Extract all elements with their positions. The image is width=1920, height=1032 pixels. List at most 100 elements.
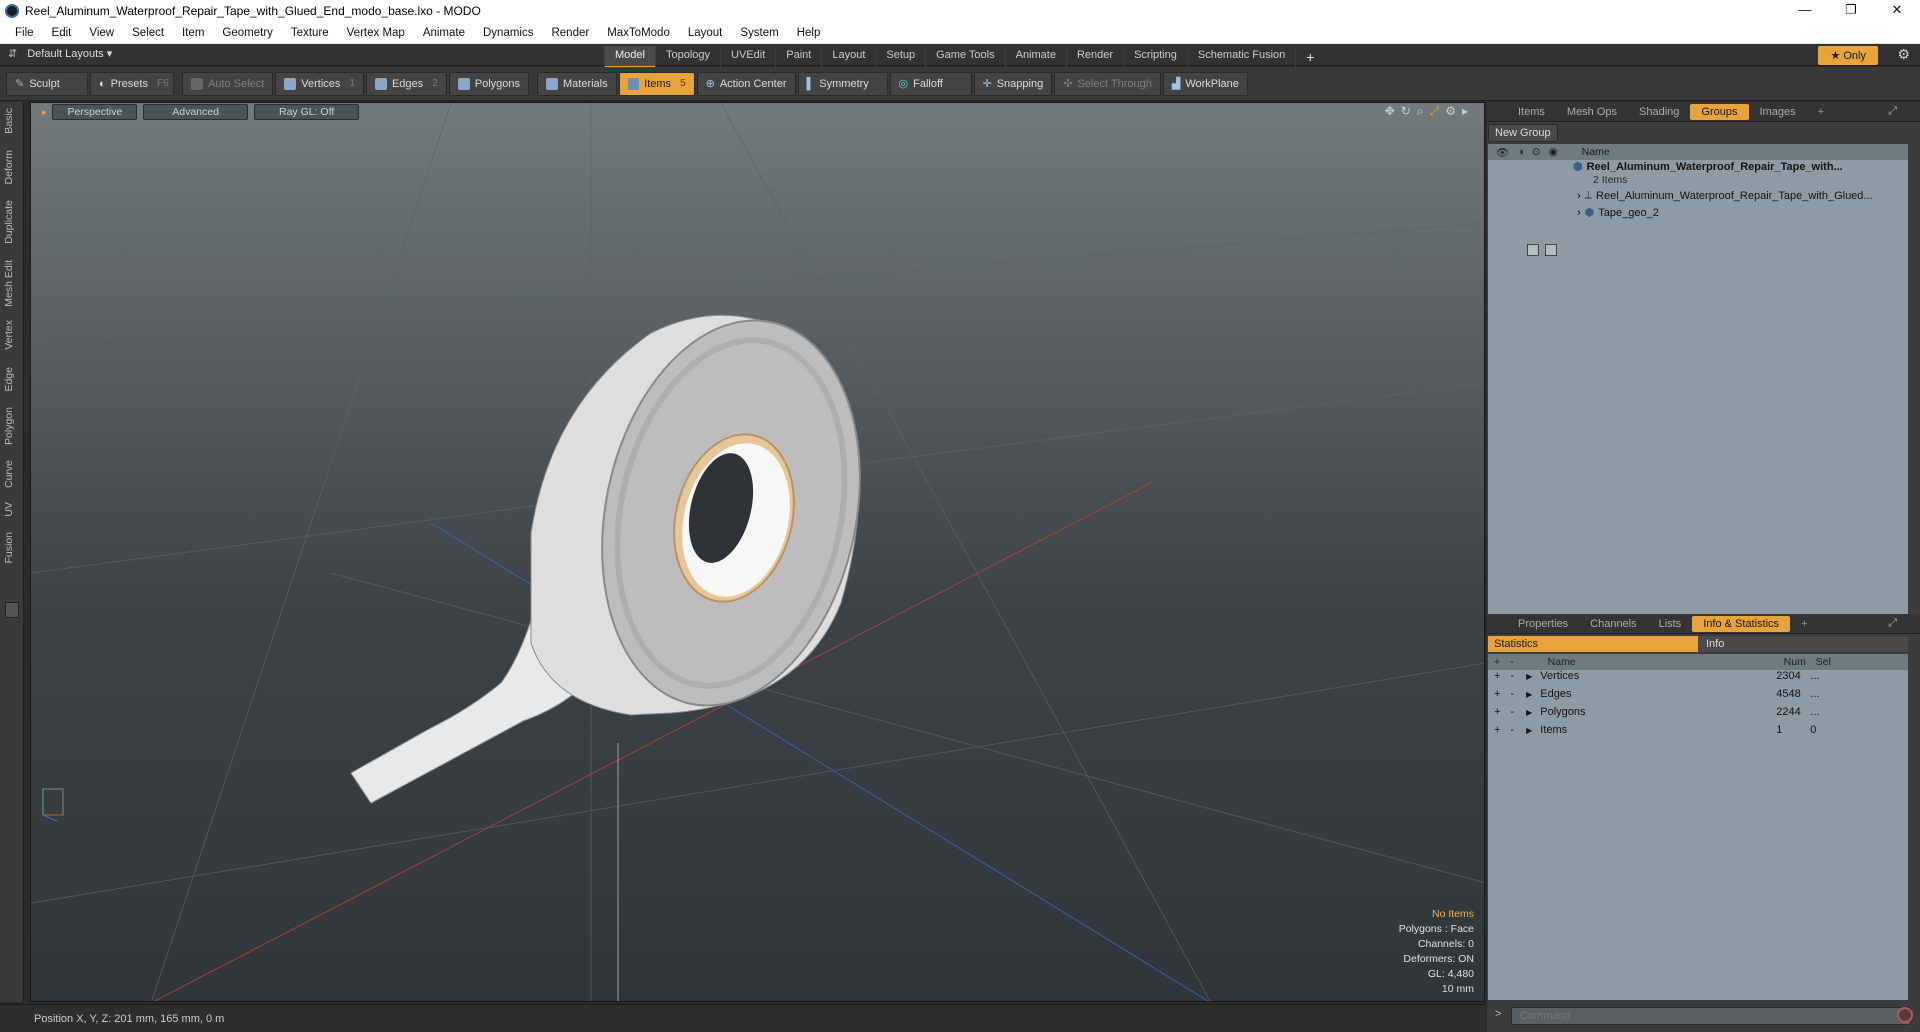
move-view-icon[interactable]: ✥ xyxy=(1385,104,1395,119)
menu-edit[interactable]: Edit xyxy=(43,27,81,39)
stat-row-polygons[interactable]: + - ▶ Polygons 2244 ... xyxy=(1494,706,1908,718)
tab-info-statistics[interactable]: Info & Statistics xyxy=(1692,615,1791,632)
perspective-button[interactable]: Perspective xyxy=(52,104,138,120)
add-tab-button[interactable]: + xyxy=(1295,46,1324,68)
menu-render[interactable]: Render xyxy=(542,27,598,39)
close-button[interactable]: ✕ xyxy=(1874,0,1920,22)
remove-icon[interactable]: - xyxy=(1510,670,1514,682)
tab-shading[interactable]: Shading xyxy=(1628,104,1690,120)
tab-polygon[interactable]: Polygon xyxy=(3,407,15,445)
expand-icon[interactable]: › xyxy=(1577,207,1581,219)
expand-icon[interactable]: ▶ xyxy=(1526,672,1532,681)
sculpt-button[interactable]: ✎ Sculpt xyxy=(6,71,88,96)
3d-viewport[interactable]: ● Perspective Advanced Ray GL: Off ✥ ↻ ⌕… xyxy=(30,102,1485,1002)
group-child-row-2[interactable]: › ⬢ Tape_geo_2 xyxy=(1577,206,1907,220)
fit-view-icon[interactable]: ⤢ xyxy=(1430,104,1440,119)
tab-uvedit[interactable]: UVEdit xyxy=(720,46,775,68)
vertices-button[interactable]: Vertices 1 xyxy=(275,71,364,96)
expand-icon[interactable]: ▶ xyxy=(1526,708,1532,717)
zoom-view-icon[interactable]: ⌕ xyxy=(1417,104,1424,119)
menu-system[interactable]: System xyxy=(731,27,787,39)
menu-file[interactable]: File xyxy=(6,27,43,39)
materials-button[interactable]: Materials xyxy=(537,71,617,96)
command-input[interactable] xyxy=(1511,1007,1911,1025)
tab-mesh-ops[interactable]: Mesh Ops xyxy=(1556,104,1628,120)
menu-animate[interactable]: Animate xyxy=(414,27,474,39)
menu-layout[interactable]: Layout xyxy=(679,27,732,39)
maximize-button[interactable]: ❐ xyxy=(1828,0,1874,22)
menu-select[interactable]: Select xyxy=(123,27,173,39)
tab-properties[interactable]: Properties xyxy=(1507,616,1579,632)
only-button[interactable]: ★ Only xyxy=(1818,46,1878,65)
menu-vertex-map[interactable]: Vertex Map xyxy=(338,27,414,39)
symmetry-button[interactable]: ▌ Symmetry xyxy=(797,71,888,96)
remove-icon[interactable]: - xyxy=(1510,688,1514,700)
tab-model[interactable]: Model xyxy=(604,46,655,68)
record-icon[interactable] xyxy=(1897,1007,1913,1023)
layouts-dropdown[interactable]: ⇵ Default Layouts ▾ xyxy=(8,47,112,60)
gear-icon[interactable]: ⚙ xyxy=(1897,46,1910,63)
tab-fusion[interactable]: Fusion xyxy=(3,532,15,564)
tab-animate[interactable]: Animate xyxy=(1004,46,1066,68)
tab-paint[interactable]: Paint xyxy=(775,46,821,68)
tab-scripting[interactable]: Scripting xyxy=(1123,46,1187,68)
expand-icon[interactable]: › xyxy=(1577,190,1581,202)
remove-icon[interactable]: - xyxy=(1510,706,1514,718)
group-child-row-1[interactable]: › ⟂ Reel_Aluminum_Waterproof_Repair_Tape… xyxy=(1577,189,1907,202)
snapping-button[interactable]: ✛ Snapping xyxy=(973,71,1053,96)
remove-icon[interactable]: - xyxy=(1510,724,1514,736)
stat-row-vertices[interactable]: + - ▶ Vertices 2304 ... xyxy=(1494,670,1908,682)
new-group-button[interactable]: New Group xyxy=(1488,124,1558,142)
advanced-button[interactable]: Advanced xyxy=(143,104,248,120)
menu-geometry[interactable]: Geometry xyxy=(213,27,282,39)
tab-basic[interactable]: Basic xyxy=(3,108,15,134)
falloff-button[interactable]: ◎ Falloff xyxy=(889,71,972,96)
menu-dynamics[interactable]: Dynamics xyxy=(474,27,542,39)
tab-uv[interactable]: UV xyxy=(3,502,15,517)
expand-icon[interactable]: ▶ xyxy=(1526,690,1532,699)
view-expand-icon[interactable]: ▸ xyxy=(1462,104,1468,119)
add-icon[interactable]: + xyxy=(1494,706,1500,718)
group-row[interactable]: ⬢ Reel_Aluminum_Waterproof_Repair_Tape_w… xyxy=(1573,160,1903,174)
minimize-button[interactable]: — xyxy=(1782,0,1828,22)
auto-select-button[interactable]: Auto Select xyxy=(182,71,274,96)
add-panel-tab-button[interactable]: + xyxy=(1790,616,1818,632)
tab-schematic-fusion[interactable]: Schematic Fusion xyxy=(1186,46,1295,68)
tab-channels[interactable]: Channels xyxy=(1579,616,1647,632)
tab-items[interactable]: Items xyxy=(1507,104,1556,120)
menu-item[interactable]: Item xyxy=(173,27,213,39)
add-icon[interactable]: + xyxy=(1494,688,1500,700)
panel-expand-icon[interactable]: ⤢ xyxy=(1877,103,1908,120)
menu-texture[interactable]: Texture xyxy=(282,27,338,39)
remove-all-icon[interactable]: - xyxy=(1510,656,1514,668)
menu-help[interactable]: Help xyxy=(788,27,830,39)
panel-expand-icon[interactable]: ⤢ xyxy=(1877,615,1908,632)
visibility-toggle[interactable] xyxy=(1527,244,1539,256)
select-through-button[interactable]: ✣ Select Through xyxy=(1054,71,1161,96)
tab-topology[interactable]: Topology xyxy=(654,46,720,68)
tab-setup[interactable]: Setup xyxy=(875,46,925,68)
polygons-button[interactable]: Polygons xyxy=(448,71,529,96)
add-all-icon[interactable]: + xyxy=(1494,656,1500,668)
tab-lists[interactable]: Lists xyxy=(1648,616,1693,632)
tab-images[interactable]: Images xyxy=(1749,104,1807,120)
tab-game-tools[interactable]: Game Tools xyxy=(925,46,1005,68)
lock-toggle[interactable] xyxy=(1545,244,1557,256)
add-icon[interactable]: + xyxy=(1494,670,1500,682)
add-panel-tab-button[interactable]: + xyxy=(1807,104,1835,120)
tab-groups[interactable]: Groups xyxy=(1690,103,1749,120)
menu-view[interactable]: View xyxy=(80,27,123,39)
viewport-menu-icon[interactable]: ● xyxy=(41,107,46,117)
workplane-button[interactable]: ▟ WorkPlane xyxy=(1162,71,1248,96)
tab-layout[interactable]: Layout xyxy=(821,46,875,68)
rotate-view-icon[interactable]: ↻ xyxy=(1401,104,1411,119)
info-subtab[interactable]: Info xyxy=(1698,638,1724,650)
tab-edge[interactable]: Edge xyxy=(3,367,15,392)
ray-gl-button[interactable]: Ray GL: Off xyxy=(254,104,360,120)
stat-row-edges[interactable]: + - ▶ Edges 4548 ... xyxy=(1494,688,1908,700)
tab-render[interactable]: Render xyxy=(1065,46,1123,68)
view-settings-icon[interactable]: ⚙ xyxy=(1445,104,1456,119)
add-icon[interactable]: + xyxy=(1494,724,1500,736)
presets-button[interactable]: ◐ Presets F6 xyxy=(90,71,174,96)
tab-mesh-edit[interactable]: Mesh Edit xyxy=(3,260,15,307)
